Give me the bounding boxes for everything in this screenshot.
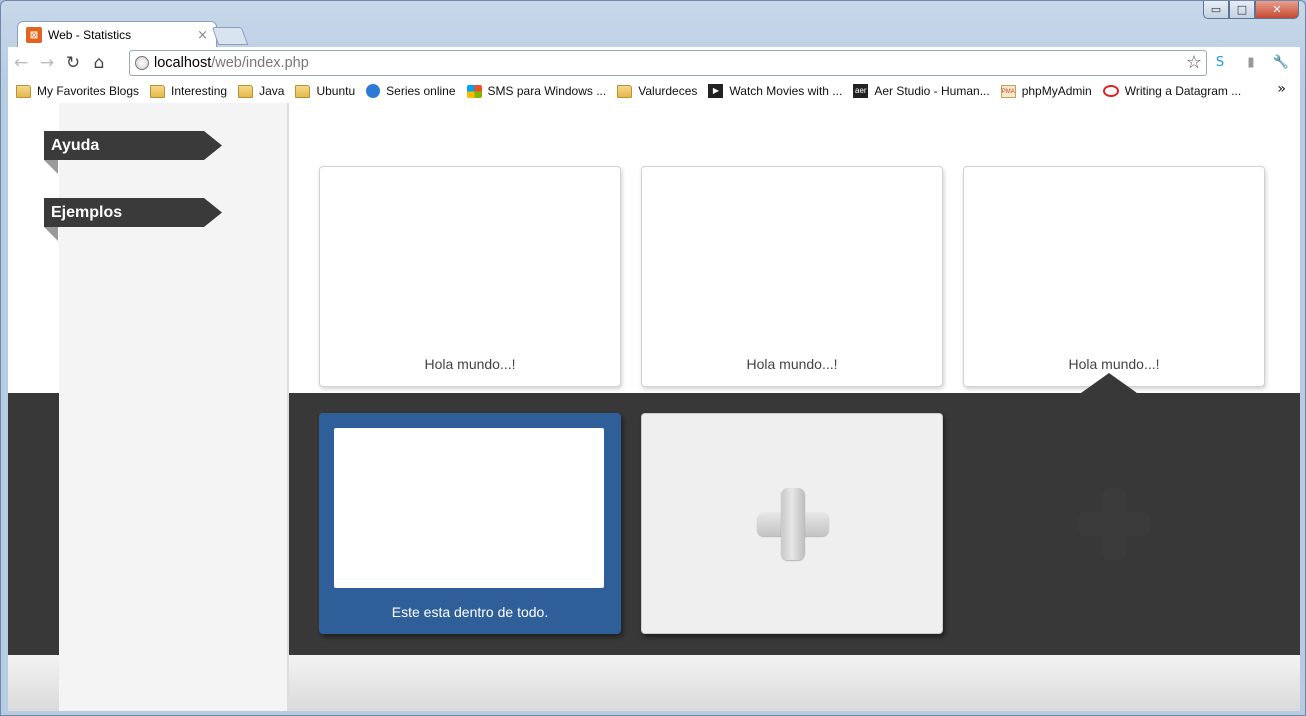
bookmark-interesting[interactable]: Interesting [150, 84, 227, 98]
card-caption: Hola mundo...! [746, 356, 838, 372]
bookmark-phpmyadmin[interactable]: PMA phpMyAdmin [1000, 84, 1092, 98]
folder-icon [617, 84, 633, 98]
bookmark-label: SMS para Windows ... [487, 84, 607, 98]
aer-icon: aer [853, 84, 869, 98]
plus-icon [1078, 488, 1150, 560]
bookmark-series-online[interactable]: Series online [366, 84, 456, 98]
card-caption: Hola mundo...! [424, 356, 516, 372]
address-bar[interactable]: localhost/web/index.php ☆ [129, 50, 1207, 76]
home-button[interactable]: ⌂ [86, 50, 112, 76]
browser-toolbar: ← → ↻ ⌂ localhost/web/index.php ☆ S ▮ 🔧 [8, 47, 1300, 79]
bookmark-valurdeces[interactable]: Valurdeces [617, 84, 697, 98]
bookmark-writing-a-datagram[interactable]: Writing a Datagram ... [1102, 84, 1242, 98]
bookmark-sms-para-windows[interactable]: SMS para Windows ... [466, 84, 607, 98]
add-card-button[interactable] [641, 413, 943, 634]
signal-extension-icon[interactable]: ▮ [1242, 53, 1260, 71]
tab-close-icon[interactable]: × [197, 28, 208, 43]
globe-icon [366, 84, 381, 98]
bookmark-label: phpMyAdmin [1021, 84, 1092, 98]
sidebar [59, 103, 289, 711]
page-viewport: Ayuda Ejemplos Hola mundo...! Hola mundo… [8, 103, 1300, 711]
url-path: /web/index.php [211, 55, 309, 71]
bookmark-java[interactable]: Java [238, 84, 284, 98]
minimize-button[interactable]: ▭ [1203, 1, 1229, 19]
xampp-icon: ⊠ [26, 27, 42, 43]
bookmark-my-favorites-blogs[interactable]: My Favorites Blogs [16, 84, 139, 98]
sidebar-item-label: Ejemplos [51, 203, 123, 221]
bookmark-ubuntu[interactable]: Ubuntu [295, 84, 355, 98]
bookmark-label: Ubuntu [316, 84, 356, 98]
back-button[interactable]: ← [8, 50, 34, 76]
wrench-menu-icon[interactable]: 🔧 [1272, 53, 1290, 71]
sidebar-item-label: Ayuda [51, 136, 100, 154]
browser-window: ▭ □ ✕ ⊠ Web - Statistics × ← → ↻ ⌂ local… [0, 0, 1306, 716]
bookmark-watch-movies[interactable]: ▶ Watch Movies with ... [708, 84, 842, 98]
tab-title: Web - Statistics [48, 28, 132, 42]
forward-button[interactable]: → [34, 50, 60, 76]
bookmark-label: Aer Studio - Human... [874, 84, 990, 98]
bookmark-label: Java [259, 84, 285, 98]
new-tab-button[interactable] [211, 27, 249, 45]
folder-icon [150, 84, 166, 98]
folder-icon [16, 84, 31, 98]
bookmark-label: Valurdeces [638, 84, 698, 98]
bookmark-label: Writing a Datagram ... [1124, 84, 1242, 98]
folder-icon [295, 84, 311, 98]
close-window-button[interactable]: ✕ [1255, 1, 1299, 19]
windows-icon [466, 84, 482, 98]
sidebar-item-ejemplos[interactable]: Ejemplos [44, 198, 222, 227]
card-preview [334, 428, 604, 588]
selected-card-caption: Este esta dentro de todo. [391, 604, 549, 620]
phpmyadmin-icon: PMA [1000, 84, 1016, 98]
active-card-pointer [1081, 373, 1137, 393]
bookmarks-bar: My Favorites Blogs Interesting Java Ubun… [8, 79, 1300, 103]
maximize-button[interactable]: □ [1229, 1, 1255, 19]
content-card[interactable]: Hola mundo...! [641, 166, 943, 387]
oracle-icon [1102, 85, 1119, 97]
plus-icon [757, 488, 829, 560]
bookmark-star-icon[interactable]: ☆ [1186, 52, 1202, 73]
reload-button[interactable]: ↻ [60, 50, 86, 76]
page-info-icon[interactable] [135, 56, 149, 70]
bookmark-aer-studio[interactable]: aer Aer Studio - Human... [853, 84, 990, 98]
window-controls: ▭ □ ✕ [1203, 1, 1299, 19]
movie-icon: ▶ [708, 84, 724, 98]
sidebar-item-ayuda[interactable]: Ayuda [44, 131, 222, 160]
bookmark-label: Series online [386, 84, 456, 98]
skype-extension-icon[interactable]: S [1211, 53, 1229, 71]
folder-icon [238, 84, 254, 98]
card-caption: Hola mundo...! [1068, 356, 1160, 372]
bookmark-label: Interesting [171, 84, 228, 98]
bookmark-label: My Favorites Blogs [37, 84, 140, 98]
selected-card[interactable]: Este esta dentro de todo. [319, 413, 621, 634]
url-host: localhost [154, 55, 212, 71]
bookmarks-overflow-icon[interactable]: » [1277, 81, 1286, 97]
ribbon-fold [44, 160, 58, 174]
tab-web-statistics[interactable]: ⊠ Web - Statistics × [17, 21, 217, 48]
tab-strip: ⊠ Web - Statistics × [11, 19, 1011, 48]
ribbon-fold [44, 227, 58, 241]
content-card-active[interactable]: Hola mundo...! [963, 166, 1265, 387]
bookmark-label: Watch Movies with ... [729, 84, 843, 98]
content-card[interactable]: Hola mundo...! [319, 166, 621, 387]
